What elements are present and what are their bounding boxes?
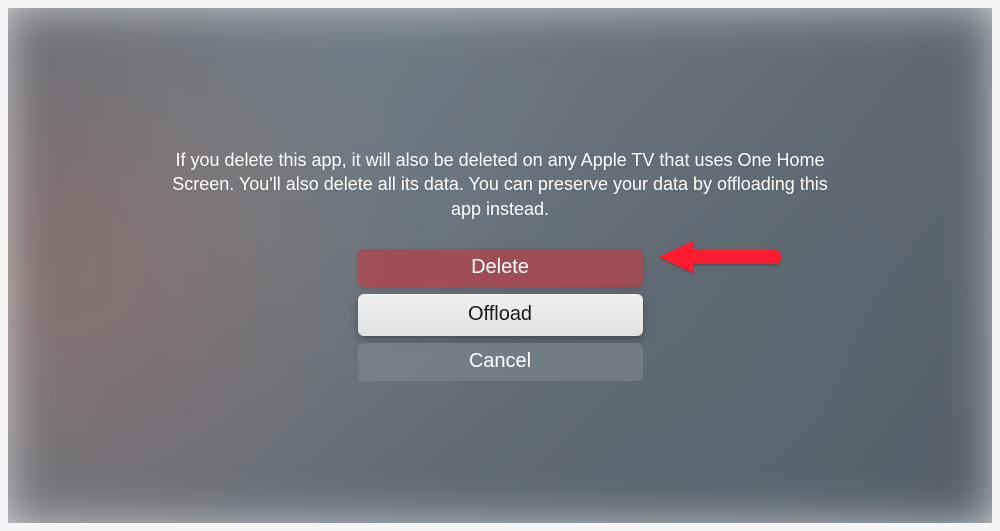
- offload-button[interactable]: Offload: [358, 294, 643, 336]
- delete-button[interactable]: Delete: [358, 249, 643, 287]
- cancel-button[interactable]: Cancel: [358, 343, 643, 381]
- dialog-button-group: Delete Offload Cancel: [358, 249, 643, 381]
- dialog-message: If you delete this app, it will also be …: [170, 148, 830, 221]
- confirmation-dialog: If you delete this app, it will also be …: [0, 0, 1000, 531]
